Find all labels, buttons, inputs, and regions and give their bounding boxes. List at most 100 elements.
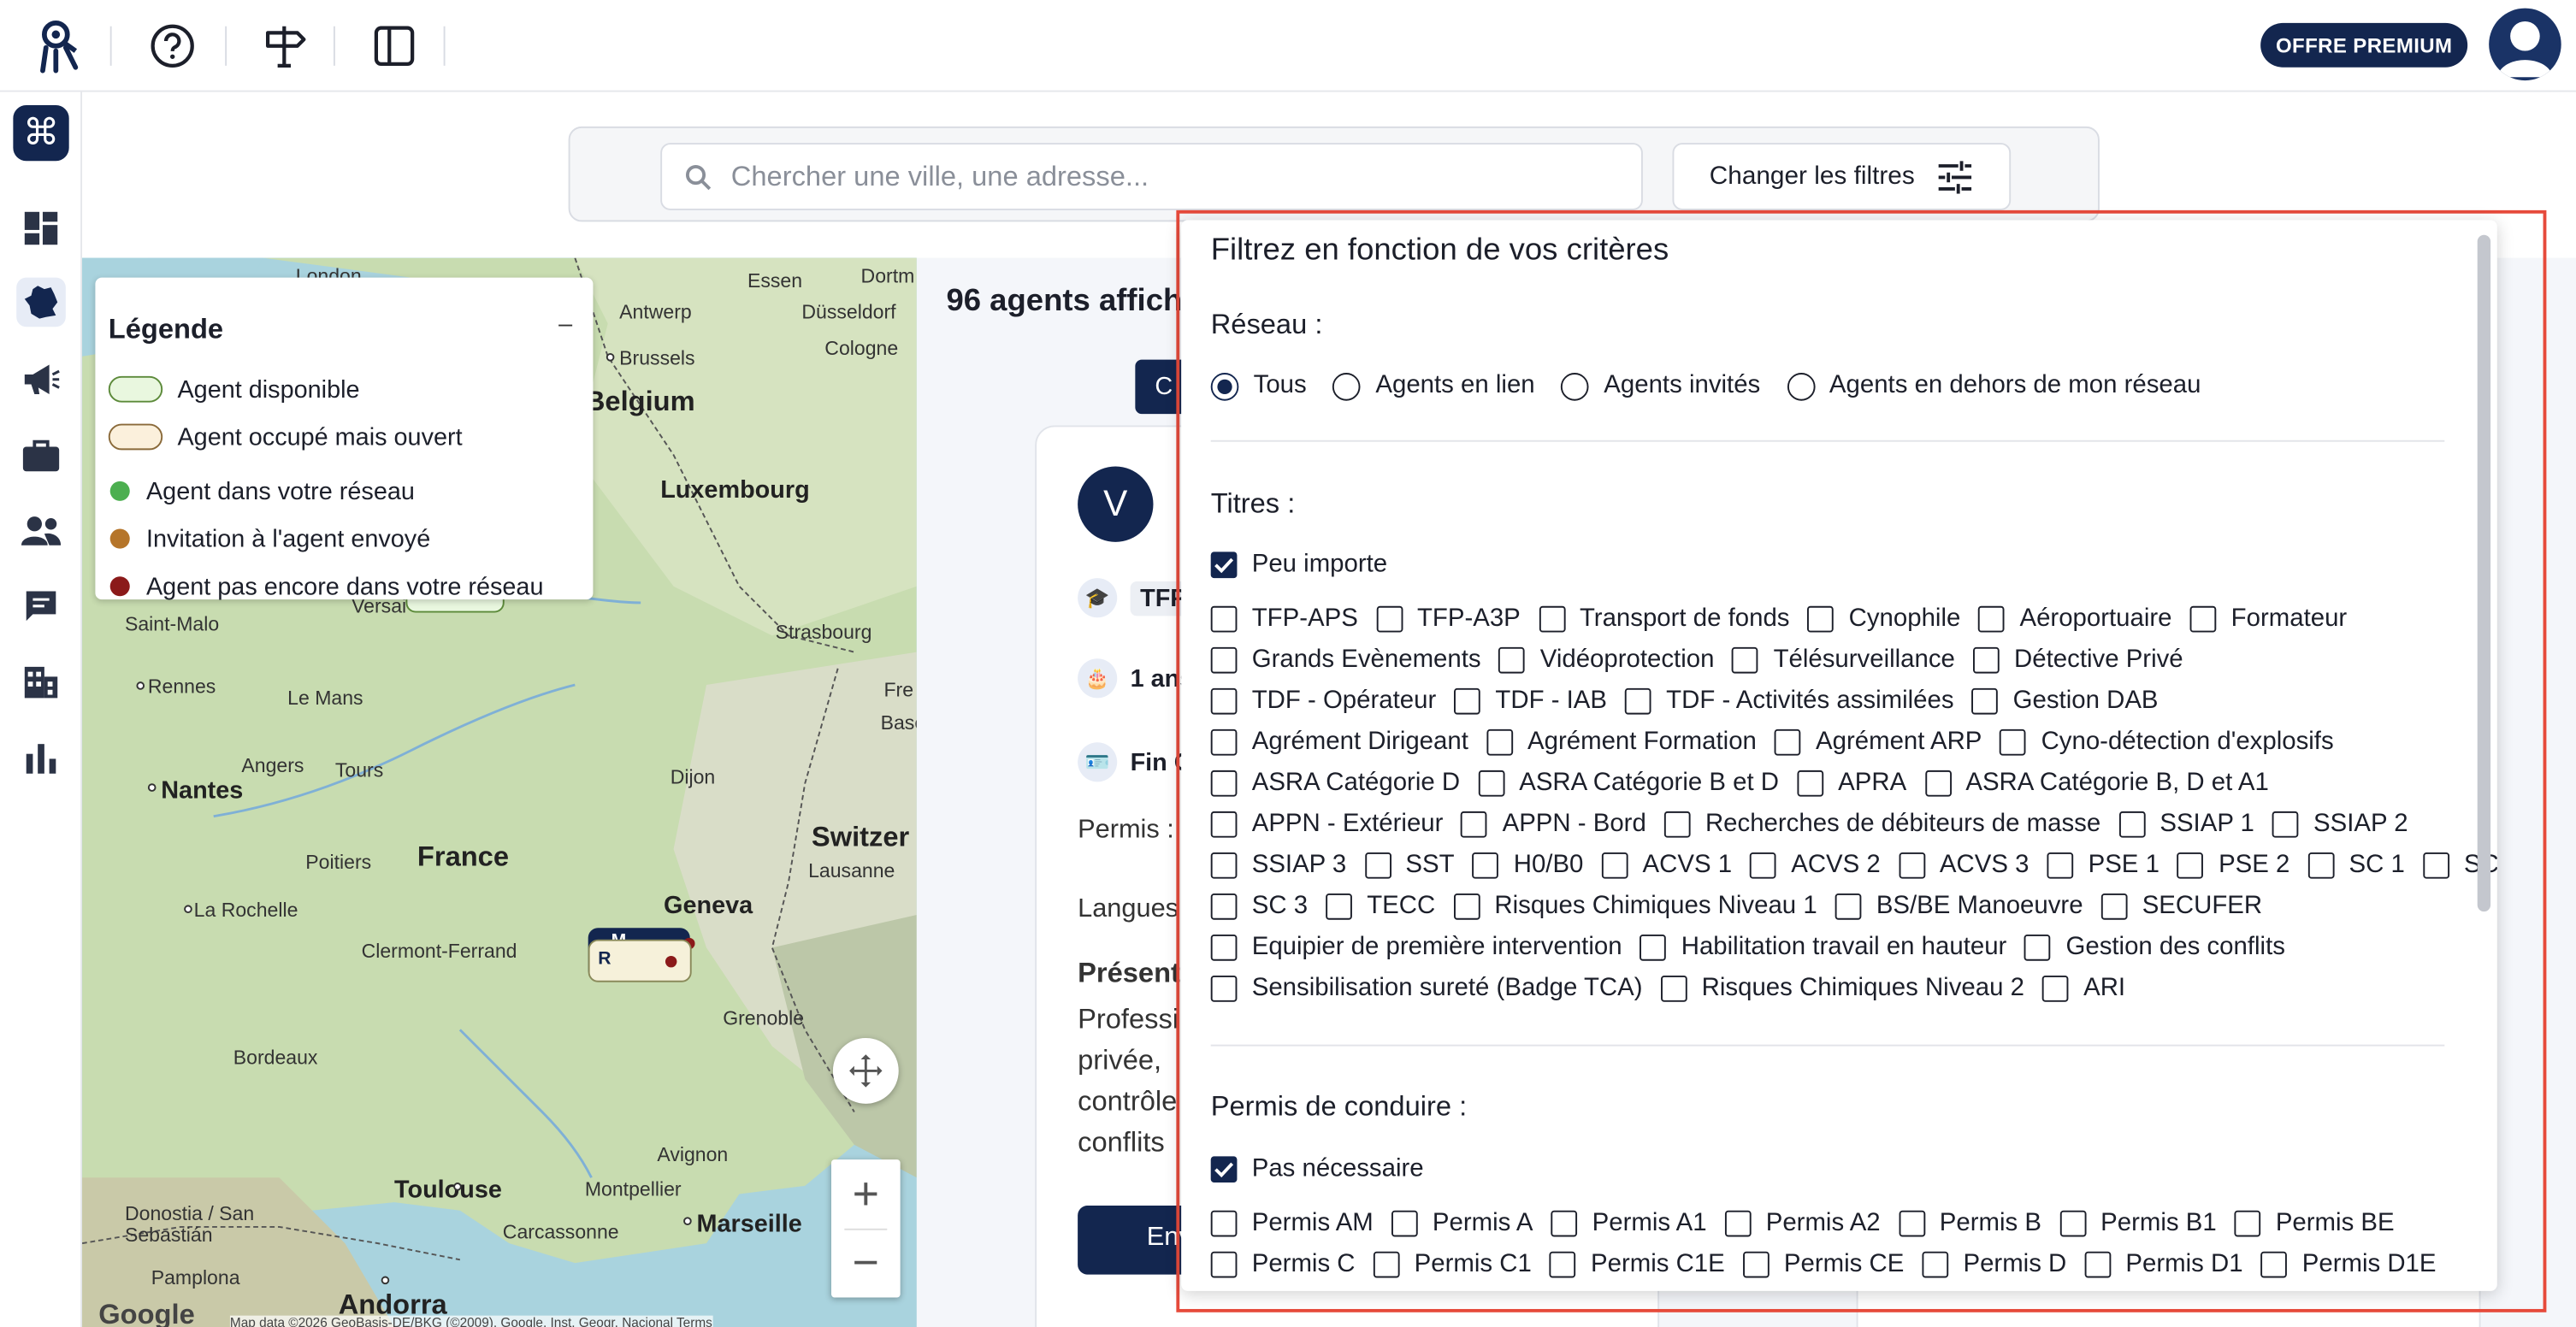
checkbox-option[interactable]: Permis CE bbox=[1742, 1250, 1904, 1280]
checkbox-option[interactable]: ACVS 1 bbox=[1601, 851, 1732, 881]
zoom-out-button[interactable]: − bbox=[831, 1229, 901, 1298]
checkbox-option[interactable]: PSE 1 bbox=[2047, 851, 2159, 881]
titres-any-option[interactable]: Peu importe bbox=[1210, 549, 1387, 581]
network-option-invited[interactable]: Agents invités bbox=[1561, 371, 1760, 401]
checkbox-option[interactable]: TFP-A3P bbox=[1375, 605, 1521, 634]
checkbox-option[interactable]: Agrément ARP bbox=[1775, 728, 1982, 758]
app-logo-icon[interactable] bbox=[30, 16, 89, 75]
checkbox-option[interactable]: SSIAP 3 bbox=[1210, 851, 1346, 881]
signpost-icon[interactable] bbox=[255, 16, 314, 75]
checkbox-option[interactable]: Permis C1E bbox=[1549, 1250, 1725, 1280]
checkbox-option[interactable]: Permis D bbox=[1922, 1250, 2066, 1280]
chat-icon[interactable] bbox=[16, 581, 66, 631]
checkbox-option[interactable]: SSIAP 1 bbox=[2118, 810, 2254, 840]
building-icon[interactable] bbox=[16, 657, 66, 706]
checkbox-option[interactable]: Habilitation travail en hauteur bbox=[1640, 933, 2006, 963]
checkbox-option[interactable]: Vidéoprotection bbox=[1498, 646, 1714, 675]
search-input[interactable] bbox=[730, 160, 1586, 193]
checkbox-option[interactable]: ACVS 3 bbox=[1898, 851, 2029, 881]
checkbox-option[interactable]: PSE 2 bbox=[2177, 851, 2289, 881]
checkbox-option[interactable]: ASRA Catégorie B, D et A1 bbox=[1924, 769, 2269, 799]
checkbox-option[interactable]: Risques Chimiques Niveau 1 bbox=[1453, 892, 1817, 922]
recenter-button[interactable] bbox=[832, 1038, 899, 1104]
legend-collapse-button[interactable]: – bbox=[558, 310, 572, 339]
france-map-icon[interactable] bbox=[16, 277, 66, 327]
checkbox-option[interactable]: Gestion des conflits bbox=[2024, 933, 2285, 963]
checkbox-option[interactable]: Permis A2 bbox=[1724, 1209, 1881, 1239]
checkbox-option[interactable]: Agrément Formation bbox=[1486, 728, 1757, 758]
user-avatar[interactable] bbox=[2489, 8, 2561, 81]
checkbox-option[interactable]: Equipier de première intervention bbox=[1210, 933, 1622, 963]
permis-label: Permis : bbox=[1078, 816, 1174, 845]
megaphone-icon[interactable] bbox=[16, 355, 66, 404]
checkbox-option[interactable]: SC 3 bbox=[1210, 892, 1308, 922]
command-icon[interactable]: ⌘ bbox=[13, 104, 69, 162]
briefcase-icon[interactable] bbox=[16, 430, 66, 480]
zoom-in-button[interactable]: + bbox=[831, 1159, 901, 1229]
network-heading: Réseau : bbox=[1210, 309, 1323, 340]
dashboard-icon[interactable] bbox=[16, 203, 66, 253]
checkbox-icon bbox=[1663, 811, 1691, 838]
checkbox-option[interactable]: APPN - Bord bbox=[1461, 810, 1646, 840]
checkbox-option[interactable]: Recherches de débiteurs de masse bbox=[1663, 810, 2100, 840]
checkbox-option[interactable]: SST bbox=[1364, 851, 1455, 881]
checkbox-option[interactable]: SSIAP 2 bbox=[2272, 810, 2408, 840]
checkbox-option[interactable]: ASRA Catégorie B et D bbox=[1478, 769, 1779, 799]
change-filters-button[interactable]: Changer les filtres bbox=[1672, 143, 2012, 210]
checkbox-option[interactable]: Grands Evènements bbox=[1210, 645, 1481, 675]
checkbox-option[interactable]: Risques Chimiques Niveau 2 bbox=[1660, 974, 2024, 1004]
checkbox-option[interactable]: Détective Privé bbox=[1973, 646, 2183, 675]
help-icon[interactable] bbox=[143, 16, 202, 75]
bar-chart-icon[interactable] bbox=[16, 733, 66, 782]
checkbox-option[interactable]: Permis C1 bbox=[1373, 1250, 1532, 1280]
checkbox-option[interactable]: SC 1 bbox=[2307, 851, 2405, 881]
checkbox-option[interactable]: Cyno-détection d'explosifs bbox=[2000, 728, 2334, 758]
checkbox-option[interactable]: ARI bbox=[2042, 974, 2125, 1004]
checkbox-option[interactable]: Permis C bbox=[1210, 1250, 1356, 1280]
checkbox-option[interactable]: BS/BE Manoeuvre bbox=[1835, 892, 2083, 922]
checkbox-option[interactable]: ASRA Catégorie D bbox=[1210, 769, 1460, 799]
network-option-all[interactable]: Tous bbox=[1210, 371, 1307, 401]
city-dot bbox=[606, 352, 615, 362]
checkbox-option[interactable]: Permis D1E bbox=[2260, 1250, 2437, 1280]
checkbox-option[interactable]: Cynophile bbox=[1807, 605, 1960, 634]
checkbox-option[interactable]: TDF - Opérateur bbox=[1210, 687, 1436, 717]
checkbox-option[interactable]: Permis AM bbox=[1210, 1209, 1374, 1239]
network-option-outside[interactable]: Agents en dehors de mon réseau bbox=[1786, 371, 2201, 401]
premium-offer-button[interactable]: OFFRE PREMIUM bbox=[2260, 22, 2468, 68]
option-label: Grands Evènements bbox=[1251, 645, 1481, 674]
checkbox-option[interactable]: Télésurveillance bbox=[1732, 646, 1955, 675]
checkbox-option[interactable]: Permis BE bbox=[2234, 1209, 2395, 1239]
sidebar-toggle-icon[interactable] bbox=[364, 16, 423, 75]
checkbox-option[interactable]: Permis A1 bbox=[1551, 1209, 1707, 1239]
checkbox-option[interactable]: APPN - Extérieur bbox=[1210, 810, 1443, 840]
checkbox-option[interactable]: TDF - Activités assimilées bbox=[1625, 687, 1954, 717]
change-filters-label: Changer les filtres bbox=[1709, 162, 1915, 190]
checkbox-option[interactable]: Agrément Dirigeant bbox=[1210, 728, 1468, 758]
agent-marker[interactable]: R bbox=[588, 939, 692, 982]
map-attribution[interactable]: Map data ©2026 GeoBasis-DE/BKG (©2009), … bbox=[229, 1315, 712, 1327]
checkbox-option[interactable]: Aéroportuaire bbox=[1978, 605, 2172, 634]
checkbox-option[interactable]: Permis A bbox=[1391, 1209, 1533, 1239]
filter-panel-scrollbar[interactable] bbox=[2477, 234, 2491, 912]
checkbox-option[interactable]: Sensibilisation sureté (Badge TCA) bbox=[1210, 974, 1643, 1004]
option-label: PSE 1 bbox=[2088, 851, 2159, 879]
checkbox-option[interactable]: SECUFER bbox=[2100, 892, 2262, 922]
checkbox-option[interactable]: Permis B bbox=[1898, 1209, 2041, 1239]
checkbox-option[interactable]: TFP-APS bbox=[1210, 605, 1358, 634]
users-icon[interactable] bbox=[16, 506, 66, 556]
checkbox-option[interactable]: APRA bbox=[1797, 769, 1906, 799]
network-option-linked[interactable]: Agents en lien bbox=[1332, 371, 1535, 401]
checkbox-option[interactable]: Gestion DAB bbox=[1971, 687, 2159, 717]
permis-any-option[interactable]: Pas nécessaire bbox=[1210, 1153, 1424, 1185]
map-view[interactable]: London Antwerp Essen Dortm Düsseldorf Br… bbox=[82, 257, 917, 1327]
checkbox-icon bbox=[1210, 893, 1238, 920]
checkbox-option[interactable]: Permis D1 bbox=[2084, 1250, 2243, 1280]
checkbox-option[interactable]: H0/B0 bbox=[1472, 851, 1583, 881]
checkbox-option[interactable]: TECC bbox=[1326, 892, 1435, 922]
checkbox-option[interactable]: Formateur bbox=[2189, 605, 2347, 634]
checkbox-option[interactable]: TDF - IAB bbox=[1454, 687, 1607, 717]
checkbox-option[interactable]: Permis B1 bbox=[2059, 1209, 2217, 1239]
checkbox-option[interactable]: Transport de fonds bbox=[1538, 605, 1789, 634]
checkbox-option[interactable]: ACVS 2 bbox=[1750, 851, 1881, 881]
